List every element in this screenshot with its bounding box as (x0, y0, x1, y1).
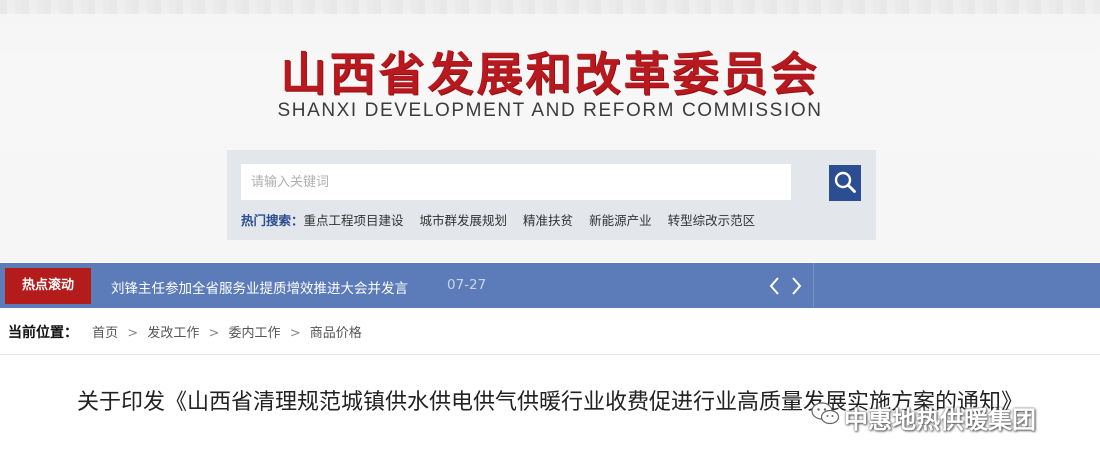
breadcrumb-separator: > (289, 326, 301, 341)
site-title: 山西省发展和改革委员会 (280, 47, 820, 101)
ticker-arrows (760, 263, 814, 308)
breadcrumb-item-internal-work[interactable]: 委内工作 (229, 326, 281, 341)
ticker-next-button[interactable] (787, 276, 805, 296)
chevron-right-icon (792, 277, 802, 295)
hot-search-term[interactable]: 新能源产业 (589, 213, 652, 228)
header-texture (0, 0, 1100, 14)
breadcrumb-item-commodity-prices[interactable]: 商品价格 (310, 326, 362, 341)
search-panel: 热门搜索：重点工程项目建设 城市群发展规划精准扶贫 新能源产业 转型综改示范区 (227, 150, 876, 240)
breadcrumb-item-home[interactable]: 首页 (92, 326, 118, 341)
hot-search-term[interactable]: 转型综改示范区 (668, 213, 756, 228)
watermark: 中惠地热供暖集团 (810, 398, 1100, 434)
news-ticker: 热点滚动 刘锋主任参加全省服务业提质增效推进大会并发言 07-27 (0, 263, 1100, 308)
ticker-tag: 热点滚动 (5, 268, 91, 304)
site-subtitle: SHANXI DEVELOPMENT AND REFORM COMMISSION (277, 100, 823, 121)
hot-search-term[interactable]: 精准扶贫 (523, 213, 573, 228)
hot-search-term[interactable]: 重点工程项目建设 (304, 213, 404, 228)
search-input[interactable] (241, 164, 791, 200)
breadcrumb-item-reform-work[interactable]: 发改工作 (147, 326, 199, 341)
chevron-left-icon (769, 277, 779, 295)
breadcrumb-separator: > (208, 326, 220, 341)
divider (0, 354, 1100, 355)
search-icon (834, 171, 856, 193)
site-header: 山西省发展和改革委员会 SHANXI DEVELOPMENT AND REFOR… (0, 0, 1100, 262)
hot-search-row: 热门搜索：重点工程项目建设 城市群发展规划 精准扶贫 新能源产业 转型综改示范区 (241, 210, 771, 228)
wechat-icon (811, 402, 840, 425)
search-button[interactable] (829, 165, 861, 201)
ticker-prev-button[interactable] (766, 276, 784, 296)
breadcrumb: 当前位置： 首页 > 发改工作 > 委内工作 > 商品价格 (8, 322, 362, 342)
hot-search-term[interactable]: 城市群发展规划 (420, 213, 508, 228)
breadcrumb-label: 当前位置： (8, 325, 78, 341)
ticker-date: 07-27 (447, 277, 487, 293)
breadcrumb-separator: > (127, 326, 139, 341)
watermark-text: 中惠地热供暖集团 (844, 406, 1036, 434)
hot-search-label: 热门搜索： (241, 213, 304, 228)
ticker-headline[interactable]: 刘锋主任参加全省服务业提质增效推进大会并发言 (111, 277, 408, 297)
